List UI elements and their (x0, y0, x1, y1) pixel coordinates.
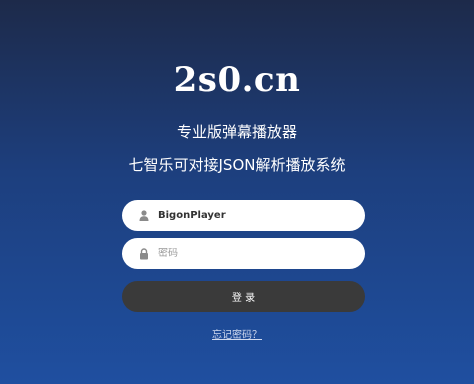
password-field[interactable] (122, 238, 365, 269)
password-input[interactable] (158, 248, 358, 259)
username-input[interactable] (158, 210, 358, 221)
subtitle-secondary: 七智乐可对接JSON解析播放系统 (128, 156, 346, 174)
forgot-password-link[interactable]: 忘记密码？ (212, 330, 262, 341)
user-icon (138, 210, 150, 222)
lock-icon (138, 247, 150, 260)
username-field[interactable] (122, 200, 365, 231)
forgot-password: 忘记密码？ (0, 326, 474, 341)
subtitle-primary: 专业版弹幕播放器 (176, 123, 297, 141)
login-button[interactable]: 登 录 (122, 281, 365, 312)
app-logo: 2s0.cn (173, 60, 301, 100)
